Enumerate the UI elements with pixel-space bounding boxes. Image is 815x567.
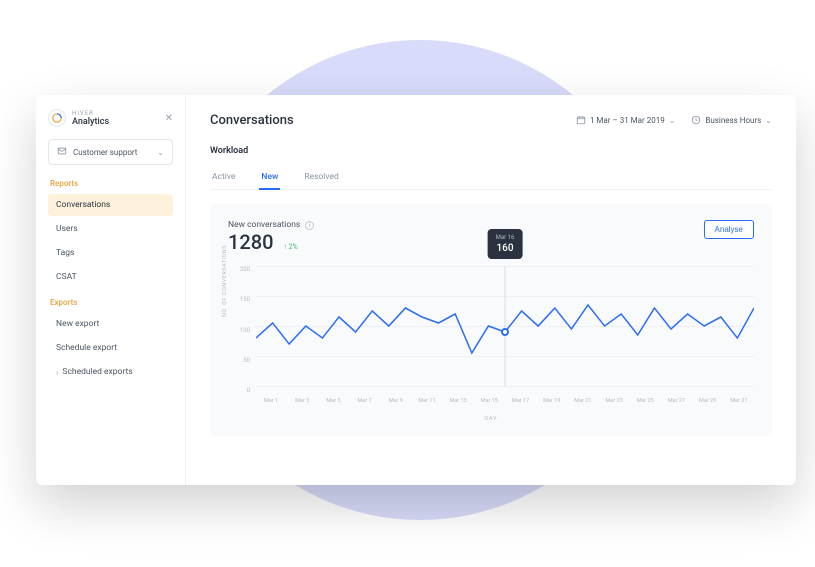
hours-filter[interactable]: Business Hours ⌄ <box>691 115 772 127</box>
y-tick: 100 <box>240 327 250 334</box>
x-tick: Mar 27 <box>661 398 691 404</box>
brand-line2: Analytics <box>72 117 109 127</box>
y-tick: 50 <box>243 357 250 364</box>
mailbox-selector[interactable]: Customer support ⌄ <box>48 139 173 165</box>
close-icon[interactable]: ✕ <box>165 113 173 124</box>
inbox-icon <box>57 146 67 158</box>
x-tick: Mar 11 <box>412 398 442 404</box>
x-tick: Mar 29 <box>693 398 723 404</box>
chevron-down-icon: ⌄ <box>765 116 772 125</box>
app-window: HIVER Analytics ✕ Customer support ⌄ Rep… <box>36 95 796 485</box>
x-tick: Mar 7 <box>350 398 380 404</box>
x-tick: Mar 13 <box>443 398 473 404</box>
chart-total: 1280 <box>228 230 273 254</box>
chart-plot[interactable]: Mar 1Mar 3Mar 5Mar 7Mar 9Mar 11Mar 13Mar… <box>256 262 754 412</box>
x-tick: Mar 31 <box>724 398 754 404</box>
chart-title: New conversations <box>228 220 300 230</box>
calendar-icon <box>576 115 586 127</box>
mailbox-selector-label: Customer support <box>73 148 137 157</box>
reports-section-label: Reports <box>50 179 173 188</box>
tab-active[interactable]: Active <box>210 166 237 190</box>
chevron-down-icon: ⌄ <box>669 116 676 125</box>
sidebar: HIVER Analytics ✕ Customer support ⌄ Rep… <box>36 95 186 485</box>
chart-highlight-dot <box>501 328 509 336</box>
page-title: Conversations <box>210 113 294 128</box>
main-content: Conversations 1 Mar – 31 Mar 2019 ⌄ Busi… <box>186 95 796 485</box>
x-axis-label: DAY <box>228 416 754 422</box>
brand-text: HIVER Analytics <box>72 110 109 127</box>
sidebar-item-new-export[interactable]: New export <box>48 313 173 335</box>
page-header: Conversations 1 Mar – 31 Mar 2019 ⌄ Busi… <box>210 113 772 128</box>
x-tick: Mar 15 <box>474 398 504 404</box>
clock-icon <box>691 115 701 127</box>
y-tick: 200 <box>240 266 250 273</box>
chart-card: New conversations i 1280 ↑ 2% Analyse NO… <box>210 204 772 436</box>
x-tick: Mar 17 <box>506 398 536 404</box>
info-icon[interactable]: i <box>305 221 314 230</box>
y-axis-label: NO. OF CONVERSATIONS <box>222 245 228 317</box>
sidebar-item-label: Scheduled exports <box>62 367 132 377</box>
x-tick: Mar 3 <box>287 398 317 404</box>
x-tick: Mar 23 <box>599 398 629 404</box>
date-range-label: 1 Mar – 31 Mar 2019 <box>590 116 665 125</box>
x-tick: Mar 21 <box>568 398 598 404</box>
tab-new[interactable]: New <box>259 166 280 190</box>
date-range-picker[interactable]: 1 Mar – 31 Mar 2019 ⌄ <box>576 115 675 127</box>
chart-area: NO. OF CONVERSATIONS 200150100500 Mar 1M… <box>228 262 754 412</box>
brand-logo-icon <box>48 109 66 127</box>
workload-subhead: Workload <box>210 146 772 156</box>
sidebar-item-conversations[interactable]: Conversations <box>48 194 173 216</box>
brand-line1: HIVER <box>72 110 109 117</box>
sidebar-item-tags[interactable]: Tags <box>48 242 173 264</box>
brand-row: HIVER Analytics ✕ <box>48 109 173 127</box>
tab-resolved[interactable]: Resolved <box>302 166 340 190</box>
x-tick: Mar 19 <box>537 398 567 404</box>
x-tick: Mar 1 <box>256 398 286 404</box>
x-tick: Mar 5 <box>318 398 348 404</box>
hours-filter-label: Business Hours <box>705 116 761 125</box>
chevron-right-icon: › <box>56 368 58 377</box>
sidebar-item-scheduled-exports[interactable]: › Scheduled exports <box>48 361 173 383</box>
chart-highlight-line <box>505 266 506 386</box>
x-axis: Mar 1Mar 3Mar 5Mar 7Mar 9Mar 11Mar 13Mar… <box>256 398 754 404</box>
chevron-down-icon: ⌄ <box>157 148 164 157</box>
chart-delta: ↑ 2% <box>283 243 297 251</box>
sidebar-item-csat[interactable]: CSAT <box>48 266 173 288</box>
x-tick: Mar 9 <box>381 398 411 404</box>
sidebar-item-users[interactable]: Users <box>48 218 173 240</box>
exports-section-label: Exports <box>50 298 173 307</box>
sidebar-item-label: New export <box>56 319 99 329</box>
analyse-button[interactable]: Analyse <box>704 220 754 239</box>
sidebar-item-schedule-export[interactable]: Schedule export <box>48 337 173 359</box>
workload-tabs: Active New Resolved <box>210 166 772 190</box>
y-axis: 200 150 100 50 0 <box>228 262 256 412</box>
y-tick: 0 <box>247 387 250 394</box>
x-tick: Mar 25 <box>630 398 660 404</box>
sidebar-item-label: Schedule export <box>56 343 117 353</box>
y-tick: 150 <box>240 296 250 303</box>
